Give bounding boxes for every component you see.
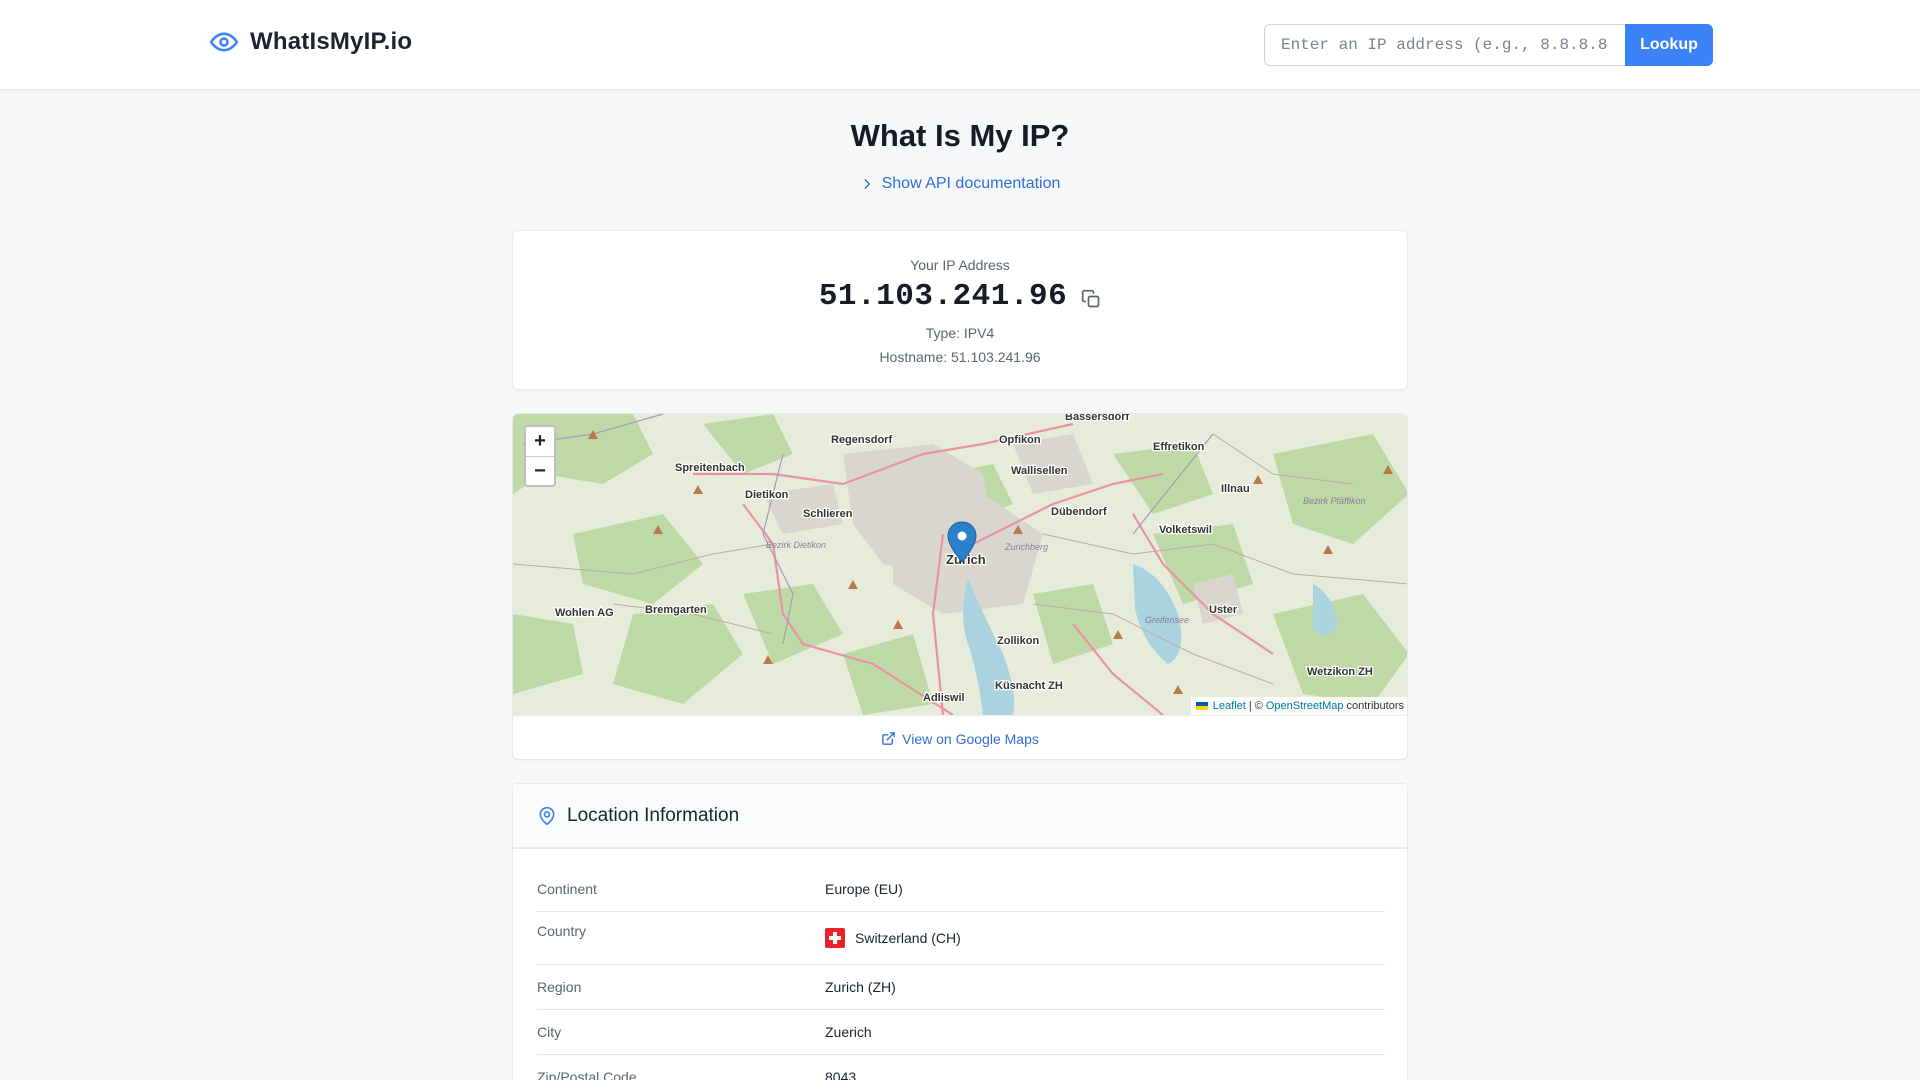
svg-text:Opfikon: Opfikon: [999, 434, 1041, 446]
ip-hostname: Hostname: 51.103.241.96: [879, 349, 1041, 365]
table-row: City Zuerich: [537, 1010, 1385, 1055]
view-on-google-maps-link[interactable]: View on Google Maps: [513, 715, 1407, 759]
openstreetmap-link[interactable]: OpenStreetMap: [1266, 700, 1344, 712]
leaflet-link[interactable]: Leaflet: [1213, 700, 1246, 712]
svg-text:Wetzikon ZH: Wetzikon ZH: [1307, 666, 1373, 678]
svg-text:Adliswil: Adliswil: [923, 692, 965, 704]
svg-text:Wallisellen: Wallisellen: [1011, 465, 1068, 477]
svg-text:Dübendorf: Dübendorf: [1051, 506, 1107, 518]
location-table: Continent Europe (EU) Country Switzerlan…: [537, 867, 1385, 1080]
top-navbar: WhatIsMyIP.io Lookup: [0, 0, 1920, 90]
ip-address-value: 51.103.241.96: [818, 279, 1068, 314]
row-value: Zuerich: [825, 1024, 872, 1040]
location-card-header: Location Information: [513, 784, 1407, 849]
svg-text:Schlieren: Schlieren: [803, 508, 853, 520]
zoom-in-button[interactable]: +: [526, 427, 554, 456]
google-maps-label: View on Google Maps: [902, 730, 1039, 747]
row-key: City: [537, 1024, 562, 1040]
row-value: 8043: [825, 1069, 857, 1080]
location-card-title: Location Information: [567, 804, 740, 826]
external-link-icon: [881, 731, 896, 746]
copy-icon[interactable]: [1081, 289, 1101, 309]
api-docs-label: Show API documentation: [881, 175, 1061, 192]
svg-text:Uster: Uster: [1209, 604, 1238, 616]
table-row: Region Zurich (ZH): [537, 965, 1385, 1010]
ip-search-input[interactable]: [1264, 24, 1625, 66]
chevron-right-icon: [860, 177, 874, 191]
show-api-docs-toggle[interactable]: Show API documentation: [0, 175, 1920, 193]
table-row: Zip/Postal Code 8043: [537, 1055, 1385, 1080]
svg-text:Zurichberg: Zurichberg: [1004, 542, 1048, 552]
svg-text:Küsnacht ZH: Küsnacht ZH: [995, 680, 1063, 692]
location-map[interactable]: Bassersdorf Regensdorf Opfikon Effretiko…: [513, 414, 1407, 715]
attribution-suffix: contributors: [1346, 700, 1404, 712]
svg-text:Bassersdorf: Bassersdorf: [1065, 414, 1130, 423]
row-key: Region: [537, 979, 582, 995]
svg-text:Zollikon: Zollikon: [997, 635, 1039, 647]
switzerland-flag-icon: [825, 928, 845, 948]
ip-address-card: Your IP Address 51.103.241.96 Type: IPV4…: [512, 230, 1408, 390]
ip-type: Type: IPV4: [925, 325, 995, 341]
svg-text:Wohlen AG: Wohlen AG: [555, 607, 614, 619]
ukraine-flag-icon: [1195, 702, 1208, 710]
row-key: Country: [537, 923, 587, 939]
map-card: Bassersdorf Regensdorf Opfikon Effretiko…: [512, 413, 1408, 760]
svg-text:Spreitenbach: Spreitenbach: [675, 462, 745, 474]
svg-text:Bezirk Pfäffikon: Bezirk Pfäffikon: [1303, 496, 1366, 506]
ip-label: Your IP Address: [910, 257, 1010, 273]
row-value-country: Switzerland (CH): [825, 928, 961, 948]
ip-lookup-form: Lookup: [1264, 24, 1713, 66]
attribution-separator: | ©: [1248, 700, 1263, 712]
row-value: Europe (EU): [825, 881, 903, 897]
table-row: Continent Europe (EU): [537, 867, 1385, 912]
brand-name: WhatIsMyIP.io: [250, 28, 413, 55]
eye-icon: [210, 28, 238, 56]
brand-logo[interactable]: WhatIsMyIP.io: [210, 28, 412, 56]
map-zoom-controls: + −: [524, 425, 556, 487]
country-value: Switzerland (CH): [855, 930, 961, 946]
row-value: Zurich (ZH): [825, 979, 896, 995]
zoom-out-button[interactable]: −: [526, 456, 554, 485]
table-row: Country Switzerland (CH): [537, 912, 1385, 965]
location-information-card: Location Information Continent Europe (E…: [512, 783, 1408, 1080]
svg-text:Illnau: Illnau: [1221, 483, 1250, 495]
row-key: Zip/Postal Code: [537, 1069, 637, 1080]
svg-text:Regensdorf: Regensdorf: [831, 434, 892, 446]
svg-text:Bremgarten: Bremgarten: [645, 604, 707, 616]
svg-text:Greifensee: Greifensee: [1145, 615, 1189, 625]
row-key: Continent: [537, 881, 597, 897]
page-title: What Is My IP?: [850, 118, 1070, 153]
svg-text:Effretikon: Effretikon: [1153, 441, 1205, 453]
svg-text:Volketswil: Volketswil: [1159, 524, 1212, 536]
map-attribution: Leaflet | © OpenStreetMap contributors: [1190, 697, 1407, 715]
map-pin-icon: [537, 805, 557, 827]
svg-text:Dietikon: Dietikon: [745, 489, 789, 501]
lookup-button[interactable]: Lookup: [1625, 24, 1713, 66]
svg-text:Bezirk Dietikon: Bezirk Dietikon: [766, 540, 826, 550]
